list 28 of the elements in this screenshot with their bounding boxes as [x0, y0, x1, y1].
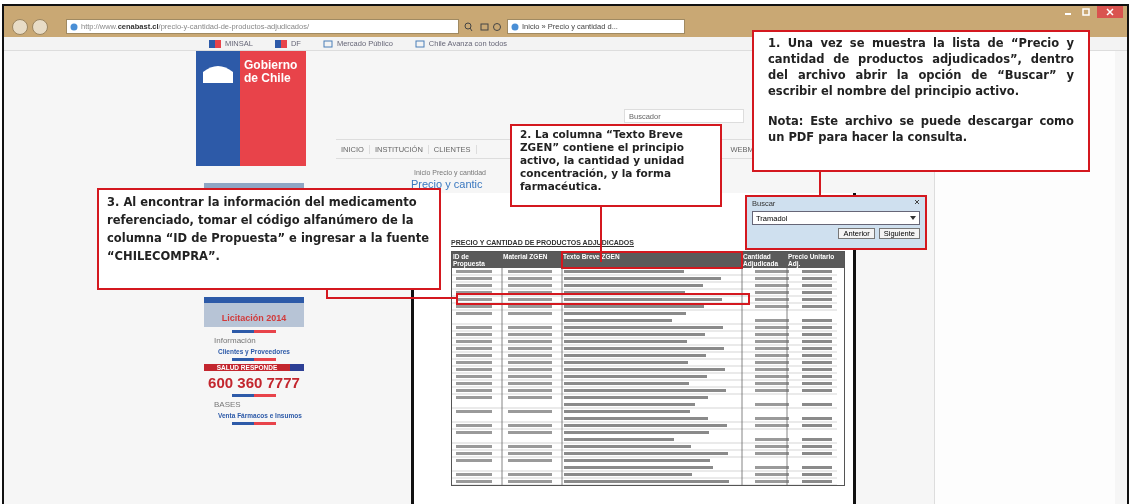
banner-heading: Información: [213, 336, 257, 345]
callout-text: 2. La columna “Texto Breve ZGEN” contiene el principio activo, la cantidad y unidad concentración, y la forma farmacéutica.: [520, 128, 686, 193]
flag-icon: [274, 39, 287, 48]
callout-text: 3. Al encontrar la información del medicamento referenciado, tomar el código alfanúmero de la columna “ID de Propuesta” e ingresar a la fuente “CHILECOMPRA”.: [107, 194, 430, 265]
page-icon: [322, 39, 333, 48]
dropdown-icon: [910, 216, 916, 220]
flag-stripe: [232, 330, 276, 333]
logo[interactable]: Gobierno de Chile: [196, 51, 306, 166]
phone-number[interactable]: 600 360 7777: [204, 374, 304, 391]
coat-of-arms-icon: [203, 63, 233, 83]
banner-heading: BASES: [213, 400, 242, 409]
callout-text: Nota: Este archivo se puede descargar como un PDF para hacer la consulta.: [768, 113, 1074, 145]
logo-text: Gobierno de Chile: [240, 51, 306, 166]
globe-icon: [70, 22, 78, 31]
page-icon: [414, 39, 425, 48]
page-title: Precio y cantic: [411, 178, 483, 190]
maximize-icon[interactable]: [1079, 6, 1093, 18]
flag-stripe: [232, 358, 276, 361]
forward-icon[interactable]: [32, 18, 48, 35]
close-icon[interactable]: [914, 199, 920, 205]
close-icon[interactable]: [1097, 6, 1123, 18]
back-icon[interactable]: [12, 18, 28, 35]
globe-icon: [511, 22, 519, 31]
flag-stripe: [232, 422, 276, 425]
flag-icon: [209, 39, 221, 48]
search-refresh-icons[interactable]: [463, 21, 503, 32]
callout-text: 1. Una vez se muestra la lista de “Precio y cantidad de productos adjudicados”, dentro del archivo abrir la opción de “Buscar” y escribir el nombre del principio activo.: [768, 35, 1074, 99]
flag-stripe: [232, 394, 276, 397]
